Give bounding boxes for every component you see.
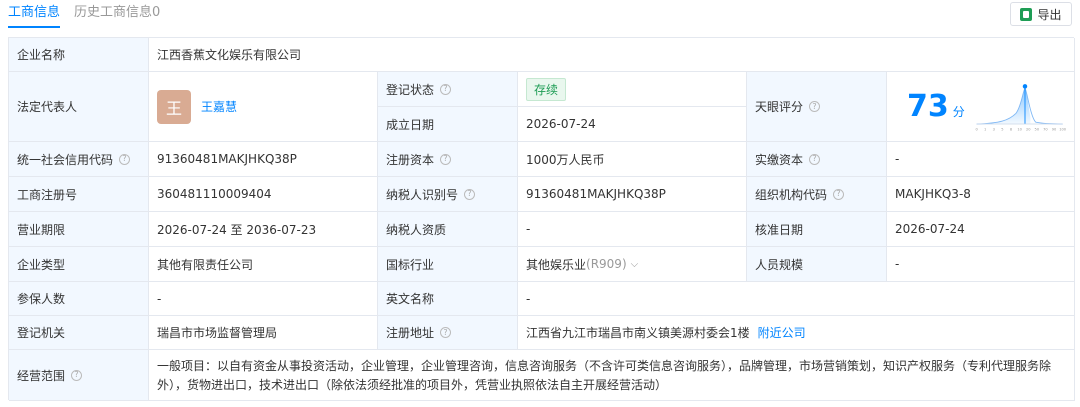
help-icon[interactable]: ? (440, 83, 452, 95)
help-icon[interactable]: ? (440, 327, 452, 338)
excel-icon (1020, 7, 1033, 21)
term-label: 营业期限 (9, 212, 149, 247)
reg-capital-value: 1000万人民币 (518, 142, 747, 177)
address-label: 注册地址? (378, 316, 518, 350)
score-marker-dot (1022, 83, 1028, 89)
help-icon[interactable]: ? (464, 188, 476, 200)
business-info-table: 企业名称 江西香蕉文化娱乐有限公司 法定代表人 王 王嘉慧 登记状态? 存续 成… (8, 37, 1075, 401)
reg-no-label: 工商注册号 (9, 177, 149, 212)
status-badge: 存续 (526, 77, 567, 101)
tab-bar: 工商信息 历史工商信息0 导出 (0, 0, 1080, 32)
credit-code-value: 91360481MAKJHKQ38P (149, 142, 378, 177)
tab-business-info[interactable]: 工商信息 (8, 4, 61, 28)
tab-history-business-info[interactable]: 历史工商信息0 (74, 4, 160, 22)
address-value: 江西省九江市瑞昌市南义镇美源村委会1楼 附近公司 (518, 316, 1075, 350)
score-tick-label: 100 (1059, 127, 1066, 131)
industry-code: (R909) (586, 257, 627, 271)
score-ticks: 0 1 3 5 8 10 20 50 70 90 100 (975, 127, 1066, 131)
score-tick-label: 50 (1034, 127, 1039, 131)
term-value: 2026-07-24 至 2036-07-23 (149, 212, 378, 247)
company-name-label: 企业名称 (9, 38, 149, 72)
export-label: 导出 (1037, 7, 1062, 22)
taxpayer-id-value: 91360481MAKJHKQ38P (518, 177, 747, 212)
staff-size-label: 人员规模 (747, 247, 887, 282)
score-tick-label: 1 (984, 127, 986, 131)
reg-no-value: 360481110009404 (149, 177, 378, 212)
authority-label: 登记机关 (9, 316, 149, 350)
avatar[interactable]: 王 (157, 89, 191, 124)
active-tab-underline (8, 26, 61, 28)
score-tick-label: 70 (1043, 127, 1048, 131)
taxpayer-qual-value: - (518, 212, 747, 247)
approval-date-label: 核准日期 (747, 212, 887, 247)
tab-history-label: 历史工商信息0 (74, 5, 161, 20)
score-tick-label: 10 (1017, 127, 1022, 131)
help-icon[interactable]: ? (119, 153, 131, 165)
help-icon[interactable]: ? (440, 153, 452, 165)
legal-rep-value: 王 王嘉慧 (149, 72, 378, 142)
nearby-companies-link[interactable]: 附近公司 (758, 324, 806, 341)
insured-value: - (149, 282, 378, 316)
scope-value: 一般项目：以自有资金从事投资活动，企业管理，企业管理咨询，信息咨询服务（不含许可… (149, 350, 1075, 401)
score-number: 73 (907, 88, 949, 124)
est-date-value: 2026-07-24 (518, 107, 747, 142)
score-tick-label: 90 (1052, 127, 1057, 131)
tab-business-info-label: 工商信息 (8, 5, 61, 20)
reg-capital-label: 注册资本? (378, 142, 518, 177)
approval-date-value: 2026-07-24 (887, 212, 1075, 247)
org-code-value: MAKJHKQ3-8 (887, 177, 1075, 212)
credit-code-label: 统一社会信用代码? (9, 142, 149, 177)
help-icon[interactable]: ? (833, 188, 845, 200)
est-date-label: 成立日期 (378, 107, 518, 142)
reg-status-value: 存续 (518, 72, 747, 107)
industry-label: 国标行业 (378, 247, 518, 282)
score-unit: 分 (952, 105, 965, 119)
company-type-value: 其他有限责任公司 (149, 247, 378, 282)
help-icon[interactable]: ? (71, 369, 83, 381)
industry-name: 其他娱乐业 (526, 257, 587, 272)
address-text: 江西省九江市瑞昌市南义镇美源村委会1楼 (526, 326, 750, 340)
legal-rep-name-link[interactable]: 王嘉慧 (201, 98, 237, 115)
score-tick-label: 3 (992, 127, 994, 131)
english-name-value: - (518, 282, 1075, 316)
score-distribution-chart: 0 1 3 5 8 10 20 50 70 90 100 (975, 83, 1066, 131)
score-tick-label: 0 (975, 127, 978, 131)
taxpayer-qual-label: 纳税人资质 (378, 212, 518, 247)
score-tick-label: 5 (1001, 127, 1003, 131)
legal-rep-label: 法定代表人 (9, 72, 149, 142)
chevron-down-icon[interactable]: ⌵ (631, 259, 639, 270)
help-icon[interactable]: ? (809, 153, 821, 165)
tianyan-score-value[interactable]: 73 分 0 1 3 5 8 10 20 50 70 90 100 (887, 72, 1075, 142)
insured-label: 参保人数 (9, 282, 149, 316)
reg-status-label: 登记状态? (378, 72, 518, 107)
score-tick-label: 20 (1026, 127, 1031, 131)
scope-label: 经营范围? (9, 350, 149, 401)
export-button[interactable]: 导出 (1010, 2, 1072, 26)
taxpayer-id-label: 纳税人识别号? (378, 177, 518, 212)
help-icon[interactable]: ? (809, 101, 821, 112)
paid-capital-value: - (887, 142, 1075, 177)
english-name-label: 英文名称 (378, 282, 518, 316)
company-type-label: 企业类型 (9, 247, 149, 282)
org-code-label: 组织机构代码? (747, 177, 887, 212)
industry-value[interactable]: 其他娱乐业 (R909) ⌵ (518, 247, 747, 282)
authority-value: 瑞昌市市场监督管理局 (149, 316, 378, 350)
paid-capital-label: 实缴资本? (747, 142, 887, 177)
score-tick-label: 8 (1010, 127, 1013, 131)
staff-size-value: - (887, 247, 1075, 282)
tianyan-score-label: 天眼评分? (747, 72, 887, 142)
score-fill-area (976, 87, 1031, 124)
company-name-value: 江西香蕉文化娱乐有限公司 (149, 38, 1075, 72)
